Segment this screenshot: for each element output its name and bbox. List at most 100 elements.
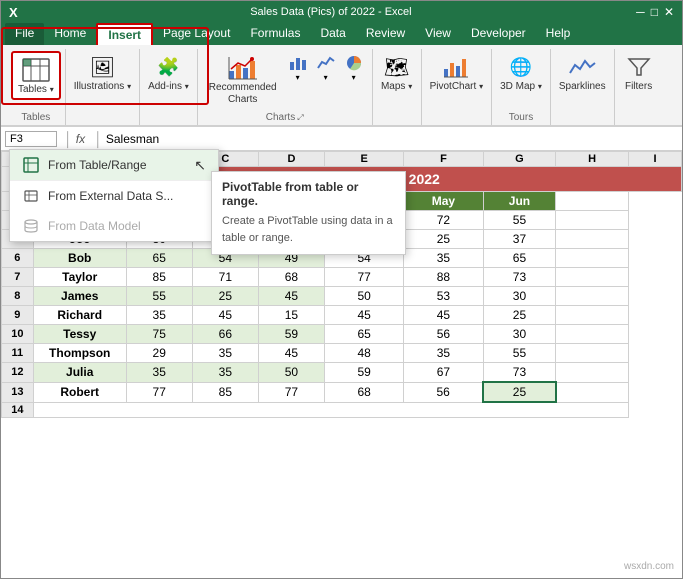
ribbon-group-maps: 🗺 Maps ▾ [373, 49, 422, 125]
row-13-num[interactable]: 13 [2, 382, 34, 402]
recommended-charts-label: RecommendedCharts [209, 82, 277, 106]
table-row: 13 Robert 77 85 77 68 56 25 [2, 382, 682, 402]
tooltip-title: PivotTable from table or range. [222, 180, 395, 208]
3dmap-label: 3D Map ▾ [500, 81, 542, 92]
row-7-num[interactable]: 7 [2, 268, 34, 287]
app-logo: X [9, 5, 18, 20]
tab-home[interactable]: Home [44, 23, 96, 45]
pie-chart-button[interactable]: ▾ [342, 51, 366, 84]
filters-icon [623, 53, 655, 81]
close-icon[interactable]: ✕ [664, 5, 674, 19]
row-14: 14 [2, 402, 682, 417]
illustrations-icon: 🖼 [86, 53, 118, 81]
pivotchart-button[interactable]: PivotChart ▾ [426, 51, 487, 94]
filters-button[interactable]: Filters [619, 51, 659, 94]
table-row: 9 Richard 35 45 15 45 45 25 [2, 306, 682, 325]
illustrations-button[interactable]: 🖼 Illustrations ▾ [70, 51, 135, 94]
dropdown-item-datamodel: From Data Model [10, 211, 218, 241]
tab-formulas[interactable]: Formulas [240, 23, 310, 45]
app-window: X Sales Data (Pics) of 2022 - Excel ─ □ … [0, 0, 683, 579]
tables-group-label: Tables [21, 112, 50, 125]
recommended-charts-button[interactable]: RecommendedCharts [204, 51, 282, 109]
name-box[interactable] [5, 131, 57, 147]
filters-label: Filters [625, 81, 652, 92]
col-G[interactable]: G [483, 152, 556, 167]
tables-label: Tables ▾ [18, 84, 54, 95]
formula-bar-separator2: │ [94, 131, 103, 147]
title-bar-text: Sales Data (Pics) of 2022 - Excel [26, 6, 637, 18]
col-empty-header [556, 192, 629, 211]
table-row: 12 Julia 35 35 50 59 67 73 [2, 363, 682, 383]
addins-label: Add-ins ▾ [148, 81, 189, 92]
col-E[interactable]: E [324, 152, 403, 167]
maps-button[interactable]: 🗺 Maps ▾ [377, 51, 417, 94]
tab-view[interactable]: View [415, 23, 461, 45]
sparklines-button[interactable]: Sparklines [555, 51, 610, 94]
col-jun-header[interactable]: Jun [483, 192, 556, 211]
fx-label: fx [76, 132, 85, 146]
datamodel-label: From Data Model [48, 219, 141, 233]
minimize-icon[interactable]: ─ [636, 5, 645, 19]
col-D[interactable]: D [258, 152, 324, 167]
formula-bar-separator: │ [64, 131, 73, 147]
row-6-num[interactable]: 6 [2, 249, 34, 268]
row-12-num[interactable]: 12 [2, 363, 34, 383]
dropdown-item-from-table[interactable]: From Table/Range ↖ [10, 150, 218, 181]
ribbon: Tables ▾ Tables 🖼 Illustrations ▾ 🧩 Ad [1, 45, 682, 127]
row-11-num[interactable]: 11 [2, 344, 34, 363]
from-table-icon [22, 156, 40, 174]
line-chart-button[interactable]: ▾ [314, 51, 338, 84]
ribbon-group-charts: RecommendedCharts ▾ [198, 49, 373, 125]
title-bar: X Sales Data (Pics) of 2022 - Excel ─ □ … [1, 1, 682, 23]
table-row: 11 Thompson 29 35 45 48 35 55 [2, 344, 682, 363]
sparklines-icon [566, 53, 598, 81]
tab-developer[interactable]: Developer [461, 23, 536, 45]
formula-input[interactable]: Salesman [106, 132, 678, 146]
ribbon-group-3dmap: 🌐 3D Map ▾ Tours [492, 49, 551, 125]
formula-bar: │ fx │ Salesman [1, 127, 682, 151]
tab-help[interactable]: Help [536, 23, 581, 45]
row-10-num[interactable]: 10 [2, 325, 34, 344]
addins-button[interactable]: 🧩 Add-ins ▾ [144, 51, 193, 94]
dropdown-item-external[interactable]: From External Data S... [10, 181, 218, 211]
tab-file[interactable]: File [5, 23, 44, 45]
table-row: 7 Taylor 85 71 68 77 88 73 [2, 268, 682, 287]
external-label: From External Data S... [48, 189, 173, 203]
col-I[interactable]: I [629, 152, 682, 167]
tables-button[interactable]: Tables ▾ [11, 51, 61, 100]
ribbon-group-tables: Tables ▾ Tables [7, 49, 66, 125]
col-may-header[interactable]: May [404, 192, 483, 211]
tours-group-label: Tours [509, 112, 533, 125]
watermark: wsxdn.com [624, 561, 674, 572]
row-14-num[interactable]: 14 [2, 402, 34, 417]
tab-data[interactable]: Data [310, 23, 355, 45]
recommended-charts-icon [227, 54, 259, 82]
charts-expand-icon[interactable]: ⤢ [297, 113, 303, 125]
3dmap-button[interactable]: 🌐 3D Map ▾ [496, 51, 546, 94]
col-F[interactable]: F [404, 152, 483, 167]
from-table-label: From Table/Range [48, 158, 147, 172]
tables-icon [20, 56, 52, 84]
table-row: 10 Tessy 75 66 59 65 56 30 [2, 325, 682, 344]
bar-chart-button[interactable]: ▾ [286, 51, 310, 84]
pie-chart-icon [344, 53, 364, 73]
menu-tabs: File Home Insert Page Layout Formulas Da… [1, 23, 682, 45]
tooltip-body: Create a PivotTable using data in a tabl… [222, 213, 395, 246]
row-9-num[interactable]: 9 [2, 306, 34, 325]
tab-insert[interactable]: Insert [96, 23, 153, 45]
cursor-icon: ↖ [194, 157, 206, 174]
tab-page-layout[interactable]: Page Layout [153, 23, 240, 45]
row-8-num[interactable]: 8 [2, 287, 34, 306]
maps-label: Maps ▾ [381, 81, 412, 92]
addins-icon: 🧩 [152, 53, 184, 81]
pivotchart-icon [440, 53, 472, 81]
bar-chart-icon [288, 53, 308, 73]
tables-dropdown-menu: From Table/Range ↖ From External Data S.… [9, 149, 219, 242]
maximize-icon[interactable]: □ [651, 5, 658, 19]
ribbon-group-addins: 🧩 Add-ins ▾ [140, 49, 198, 125]
pivotchart-label: PivotChart ▾ [430, 81, 483, 92]
pivottable-tooltip: PivotTable from table or range. Create a… [211, 171, 406, 255]
tab-review[interactable]: Review [356, 23, 415, 45]
3dmap-icon: 🌐 [505, 53, 537, 81]
col-H[interactable]: H [556, 152, 629, 167]
